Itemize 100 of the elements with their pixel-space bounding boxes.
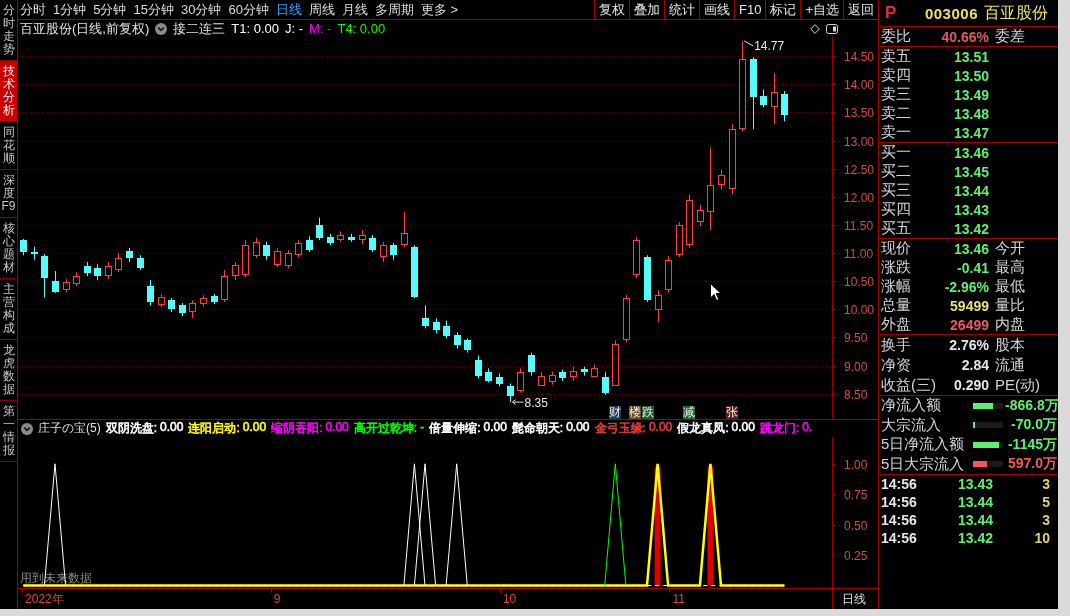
trade-time: 14:56 bbox=[881, 494, 918, 510]
candle bbox=[137, 254, 144, 271]
candle bbox=[295, 239, 302, 258]
quote-label: 买五 bbox=[881, 219, 912, 238]
candle bbox=[390, 242, 397, 261]
chevron-down-icon[interactable] bbox=[21, 422, 33, 435]
quote-label: 内盘 bbox=[994, 315, 1026, 334]
quote-label: PE(动) bbox=[994, 375, 1041, 395]
quote-value: 13.45 bbox=[952, 163, 989, 180]
indicator-name: 庄子の宝(5) bbox=[38, 420, 101, 437]
flow-value: -70.0万 bbox=[1010, 416, 1058, 435]
stock-code: 003006 bbox=[924, 4, 978, 22]
date-axis-label: 9 bbox=[273, 592, 281, 606]
quote-label: 最低 bbox=[994, 277, 1026, 296]
quote-label: 流通 bbox=[994, 355, 1026, 375]
trade-price: 13.44 bbox=[956, 494, 993, 510]
price-annotation: 8.35 bbox=[512, 396, 548, 411]
period-tab[interactable]: 更多 > bbox=[420, 0, 459, 19]
date-axis-label: 10 bbox=[502, 592, 517, 606]
candle bbox=[633, 236, 640, 279]
chevron-down-icon[interactable] bbox=[155, 22, 168, 35]
candle bbox=[232, 261, 239, 281]
quote-label: 涨跌 bbox=[881, 258, 912, 277]
quote-value: 26499 bbox=[949, 316, 989, 333]
period-tab[interactable]: 月线 bbox=[341, 0, 368, 19]
trade-price: 13.44 bbox=[956, 512, 993, 528]
period-tab[interactable]: 60分钟 bbox=[228, 0, 269, 19]
candle bbox=[31, 246, 38, 261]
legend-value: 0.00 bbox=[242, 420, 267, 436]
flow-value: -866.8万 bbox=[1005, 396, 1058, 415]
candle bbox=[591, 363, 598, 378]
candle bbox=[507, 383, 514, 403]
period-tab[interactable]: 30分钟 bbox=[180, 0, 222, 19]
candle bbox=[179, 302, 186, 317]
price-axis-label: 10.00 bbox=[844, 302, 875, 317]
period-tab[interactable]: 5分钟 bbox=[93, 0, 127, 19]
indicator-reading: T4: 0.00 bbox=[337, 21, 386, 36]
quote-label: 总量 bbox=[881, 296, 912, 315]
quote-label: 换手 bbox=[881, 335, 912, 355]
trade-time: 14:56 bbox=[881, 530, 918, 546]
candle bbox=[411, 244, 418, 299]
quote-label: 外盘 bbox=[881, 315, 912, 334]
legend-label: 髭命朝天: bbox=[511, 420, 564, 437]
period-tab[interactable]: 日线 bbox=[275, 0, 302, 19]
quote-label: 卖四 bbox=[881, 66, 912, 85]
quote-value: 13.48 bbox=[952, 105, 989, 122]
candle bbox=[285, 249, 292, 269]
legend-value: 0.00 bbox=[160, 420, 184, 436]
quote-label: 现价 bbox=[881, 239, 912, 258]
candle bbox=[718, 169, 725, 190]
quote-label: 买四 bbox=[881, 200, 912, 219]
indicator-reading: T1: 0.00 bbox=[231, 21, 279, 36]
candle bbox=[549, 371, 556, 386]
candle bbox=[760, 88, 767, 108]
legend-label: 金弓玉缘: bbox=[594, 420, 646, 437]
signal-tag: 张 bbox=[725, 406, 738, 419]
candle bbox=[454, 331, 461, 350]
price-axis-label: 12.50 bbox=[844, 162, 875, 177]
candle bbox=[433, 317, 440, 334]
period-tab[interactable]: 1分钟 bbox=[53, 0, 87, 19]
quote-value: 13.50 bbox=[952, 67, 989, 84]
period-tab[interactable]: 多周期 bbox=[374, 0, 414, 19]
quote-value: 59499 bbox=[949, 297, 989, 314]
side-tab[interactable]: 技术分析 bbox=[0, 61, 17, 122]
period-tab[interactable]: 15分钟 bbox=[133, 0, 174, 19]
chart-title: 百亚股份(日线,前复权) bbox=[20, 19, 150, 38]
price-axis-label: 14.00 bbox=[844, 77, 875, 92]
legend-label: 缩阴吞阳: bbox=[271, 420, 323, 437]
signal-tag: 楼 bbox=[629, 406, 642, 419]
quote-label: 今开 bbox=[994, 239, 1026, 258]
quote-label: 净流入额 bbox=[881, 396, 942, 416]
price-axis-label: 11.50 bbox=[844, 218, 874, 233]
period-tab[interactable]: 分时 bbox=[20, 0, 46, 19]
legend-value: 0.00 bbox=[566, 420, 590, 436]
price-axis-label: 11.00 bbox=[844, 246, 874, 261]
candle bbox=[63, 278, 70, 293]
side-tab[interactable]: 主营构成 bbox=[0, 279, 17, 340]
candle bbox=[380, 241, 387, 263]
quote-label: 委比 bbox=[881, 27, 912, 46]
legend-value: 0.00 bbox=[648, 420, 673, 436]
quote-value: 40.66% bbox=[940, 28, 989, 45]
period-label: 日线 bbox=[842, 592, 866, 606]
candle bbox=[422, 304, 429, 329]
candle bbox=[496, 372, 503, 387]
candle bbox=[126, 247, 133, 263]
quote-value: 13.46 bbox=[952, 144, 989, 161]
quote-label: 收益(三) bbox=[881, 375, 933, 395]
indicator-axis-label: 0.50 bbox=[844, 518, 868, 533]
candle bbox=[475, 354, 482, 379]
candle bbox=[52, 270, 59, 294]
period-tab[interactable]: 周线 bbox=[308, 0, 335, 19]
trade-time: 14:56 bbox=[881, 476, 918, 492]
candle bbox=[20, 238, 27, 256]
diamond-icon[interactable] bbox=[810, 23, 820, 34]
panel-toggle-icon[interactable] bbox=[826, 23, 838, 34]
market-label: P bbox=[885, 3, 897, 23]
quote-label: 量比 bbox=[994, 296, 1026, 315]
quote-label: 5日大宗流入 bbox=[881, 454, 966, 474]
candle bbox=[771, 72, 778, 125]
legend-label: 高开过乾坤: bbox=[353, 420, 418, 437]
